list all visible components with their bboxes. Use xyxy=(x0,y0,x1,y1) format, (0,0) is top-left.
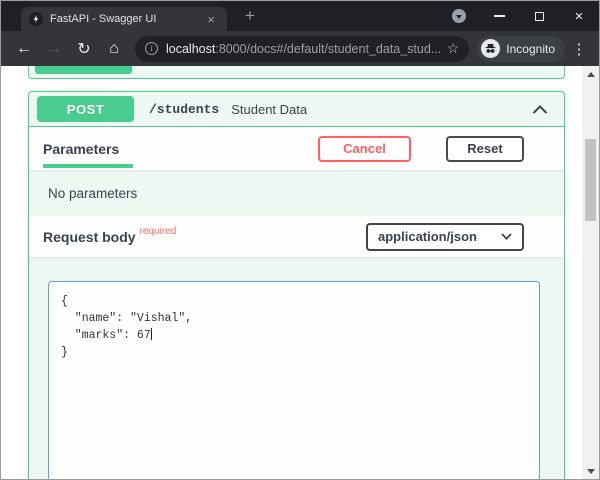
site-info-icon[interactable]: i xyxy=(145,42,158,55)
tab-search-icon xyxy=(452,9,466,23)
request-body-area: { "name": "Vishal", "marks": 67 } xyxy=(29,257,564,479)
fastapi-favicon-icon xyxy=(29,12,43,26)
chevron-down-icon xyxy=(501,233,512,240)
browser-tab[interactable]: FastAPI - Swagger UI × xyxy=(21,7,227,31)
reset-button[interactable]: Reset xyxy=(446,136,524,162)
browser-toolbar: ← → ↻ ⌂ i localhost:8000/docs#/default/s… xyxy=(1,31,599,66)
scroll-up-arrow-icon[interactable] xyxy=(582,66,599,82)
request-body-editor[interactable]: { "name": "Vishal", "marks": 67 } xyxy=(48,281,540,479)
opblock-header[interactable]: POST /students Student Data xyxy=(29,92,564,127)
url-host: localhost xyxy=(166,42,215,56)
browser-titlebar: FastAPI - Swagger UI × + × xyxy=(1,1,599,31)
tab-title: FastAPI - Swagger UI xyxy=(50,13,203,25)
refresh-button[interactable]: ↻ xyxy=(71,39,97,59)
close-icon: × xyxy=(575,9,584,24)
maximize-button[interactable] xyxy=(519,1,559,31)
url-text: localhost:8000/docs#/default/student_dat… xyxy=(166,42,441,56)
json-line: "name": "Vishal", xyxy=(61,310,527,327)
maximize-icon xyxy=(535,12,544,21)
request-body-title: Request body xyxy=(43,229,136,245)
page-scrollbar[interactable] xyxy=(582,66,599,479)
parameters-title: Parameters xyxy=(43,130,133,168)
parameters-section-header: Parameters Cancel Reset xyxy=(29,127,564,170)
url-path: :8000/docs#/default/student_data_stud... xyxy=(215,42,440,56)
tab-close-icon[interactable]: × xyxy=(203,11,219,28)
text-cursor xyxy=(151,328,152,340)
close-button[interactable]: × xyxy=(559,1,599,31)
browser-window: FastAPI - Swagger UI × + × ← → ↻ ⌂ i loc… xyxy=(0,0,600,480)
tab-search-button[interactable] xyxy=(439,1,479,31)
json-line: } xyxy=(61,344,527,361)
no-parameters-message: No parameters xyxy=(29,170,564,216)
content-type-select[interactable]: application/json xyxy=(366,223,524,251)
previous-method-badge xyxy=(35,66,132,74)
minimize-icon xyxy=(494,15,505,17)
method-badge: POST xyxy=(37,96,134,122)
cancel-button[interactable]: Cancel xyxy=(318,136,411,162)
home-button[interactable]: ⌂ xyxy=(101,40,127,58)
collapse-chevron-icon[interactable] xyxy=(532,105,548,114)
json-line: "marks": 67 xyxy=(61,327,527,344)
back-button[interactable]: ← xyxy=(11,40,37,58)
bookmark-star-icon[interactable]: ☆ xyxy=(441,40,460,57)
content-type-value: application/json xyxy=(378,229,501,244)
scrollbar-thumb[interactable] xyxy=(585,139,596,221)
forward-button[interactable]: → xyxy=(41,40,67,58)
request-body-section-header: Request body required application/json xyxy=(29,216,564,257)
json-line: { xyxy=(61,293,527,310)
browser-menu-button[interactable]: ⋮ xyxy=(569,40,589,58)
incognito-label: Incognito xyxy=(506,42,555,56)
minimize-button[interactable] xyxy=(479,1,519,31)
new-tab-button[interactable]: + xyxy=(239,5,261,27)
endpoint-summary: Student Data xyxy=(231,102,307,117)
opblock-post-students: POST /students Student Data Parameters C… xyxy=(28,91,565,479)
scroll-down-arrow-icon[interactable] xyxy=(582,463,599,479)
address-bar[interactable]: i localhost:8000/docs#/default/student_d… xyxy=(135,36,469,62)
incognito-badge: Incognito xyxy=(477,36,565,62)
swagger-page: POST /students Student Data Parameters C… xyxy=(1,66,599,479)
incognito-spy-icon xyxy=(481,39,500,58)
previous-opblock-partial[interactable] xyxy=(28,66,565,79)
required-label: required xyxy=(140,226,177,237)
endpoint-path: /students xyxy=(149,102,219,117)
